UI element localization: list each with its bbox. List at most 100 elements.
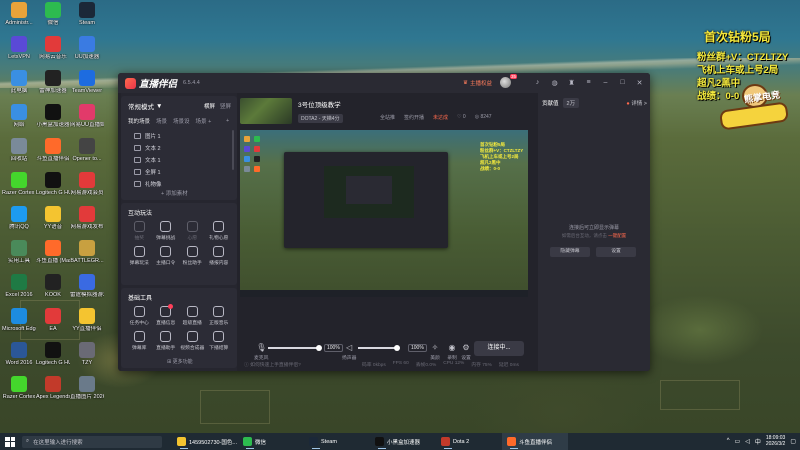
source-item[interactable]: 全屏 1 [128, 166, 232, 178]
more-features-button[interactable]: ⊞ 更多功能 [167, 358, 193, 365]
chevron-up-icon[interactable]: ^ [727, 438, 730, 444]
desktop-icon[interactable]: 网易UU直播姬 [70, 104, 104, 129]
tool-button[interactable]: 主播口令 [153, 246, 180, 266]
minimize-icon[interactable]: – [601, 78, 610, 87]
tab-count[interactable]: 2万 [562, 98, 580, 108]
tool-button[interactable]: 超级直播 [179, 306, 206, 326]
tool-button[interactable]: 视频合成器 [179, 331, 206, 351]
tool-button[interactable]: 下播结算 [206, 331, 233, 351]
desktop-icon[interactable]: Microsoft Edge [2, 308, 36, 333]
desktop-icon[interactable]: YY语音 [36, 206, 70, 231]
taskbar-search[interactable]: ⌕ 在这里输入进行搜索 [22, 435, 162, 448]
tool-button[interactable]: 心愿 [179, 221, 206, 241]
tool-button[interactable]: 任务中心 [126, 306, 153, 326]
speaker-percent[interactable]: 100% [408, 344, 427, 352]
source-item[interactable]: 文本 1 [128, 154, 232, 166]
microphone-slider[interactable] [268, 345, 322, 351]
taskbar-app[interactable]: 斗鱼直播伴侣 [502, 433, 568, 450]
bell-icon[interactable]: ♪ [533, 78, 542, 87]
desktop-icon[interactable]: 雷神加速器 [36, 70, 70, 95]
desktop-icon[interactable]: 腾讯QQ [2, 206, 36, 231]
desktop-icon[interactable]: Excel 2016 [2, 274, 36, 299]
desktop-icon[interactable]: LetsVPN [2, 36, 36, 61]
notification-icon[interactable]: ▢ [790, 438, 796, 445]
live-title[interactable]: 3号位顶级教学 [298, 99, 341, 109]
desktop-icon[interactable]: Razer Cortex [2, 376, 36, 401]
desktop-icon[interactable]: 雷霆模拟器游戏 [70, 274, 104, 299]
desktop-icon[interactable]: 微信 [36, 2, 70, 27]
microphone-percent[interactable]: 100% [324, 344, 343, 352]
hide-danmaku-button[interactable]: 隐藏弹幕 [550, 247, 590, 257]
taskbar-app[interactable]: 小黑盒加速器 [370, 433, 436, 450]
desktop-icon[interactable]: YY直播伴侣 [70, 308, 104, 333]
source-item[interactable]: 文本 2 [128, 142, 232, 154]
scene-tab[interactable]: 场景 + [196, 117, 212, 125]
add-scene-icon[interactable]: + [226, 118, 229, 124]
desktop-icon[interactable]: 直播图片 20260131... [70, 376, 104, 401]
tool-button[interactable]: 正版音乐 [206, 306, 233, 326]
desktop-icon[interactable]: Word 2016 [2, 342, 36, 367]
scene-tab[interactable]: 场景 [156, 117, 167, 125]
network-icon[interactable]: ▭ [735, 438, 741, 445]
desktop-icon[interactable]: UU加速器 [70, 36, 104, 61]
desktop-icon[interactable]: TeamViewer [70, 70, 104, 95]
portrait-option[interactable]: 竖屏 [220, 102, 231, 110]
ime-icon[interactable]: 中 [755, 437, 761, 446]
tool-button[interactable]: 粉丝助手 [179, 246, 206, 266]
desktop-icon[interactable]: 网络 [2, 104, 36, 129]
close-icon[interactable]: ✕ [635, 78, 644, 87]
volume-icon[interactable]: ◁ [745, 438, 750, 445]
contract-button[interactable]: 签约开播 [404, 114, 424, 121]
desktop-icon[interactable]: 网易云音乐 [36, 36, 70, 61]
desktop-icon[interactable]: 回收站 [2, 138, 36, 163]
desktop-icon[interactable]: 网易游戏发布 [70, 206, 104, 231]
desktop-icon[interactable]: Logitech G HUB [36, 342, 70, 367]
source-list-scrollbar[interactable] [232, 130, 234, 170]
desktop-icon[interactable]: KOOK [36, 274, 70, 299]
add-source-button[interactable]: + 添加素材 [161, 189, 188, 197]
desktop-icon[interactable]: Logitech G HUB [36, 172, 70, 197]
microphone-slider-knob[interactable] [316, 345, 322, 351]
menu-icon[interactable]: ≡ [584, 78, 593, 87]
clock[interactable]: 18:09:03 2026/3/2 [766, 435, 785, 447]
tool-button[interactable]: 弹幕库 [126, 331, 153, 351]
desktop-icon[interactable]: 斗鱼直播 (Maspcm) [36, 240, 70, 265]
tool-button[interactable]: 播报内容 [206, 246, 233, 266]
desktop-icon[interactable]: BATTLEGR... [70, 240, 104, 265]
desktop-icon[interactable]: 实用工具 [2, 240, 36, 265]
landscape-option[interactable]: 横屏 [204, 102, 215, 110]
tool-button[interactable]: 弹幕玩法 [126, 246, 153, 266]
tool-button[interactable]: 直播助手 [153, 331, 180, 351]
desktop-icon[interactable]: Steam [70, 2, 104, 27]
detail-link[interactable]: ● 详情 > [626, 99, 647, 107]
maximize-icon[interactable]: □ [618, 78, 627, 87]
taskbar-app[interactable]: 1459502730-国色... [172, 433, 238, 450]
stream-preview[interactable]: 首次钻粉5局 粉丝群+V：CTZLTZY 飞机上车或上号2局 超凡2黑中 战绩：… [240, 130, 528, 297]
desktop-icon[interactable]: Razer Cortex Launch... [2, 172, 36, 197]
desktop-icon[interactable]: 此电脑 [2, 70, 36, 95]
shirt-icon[interactable]: ♜ [567, 78, 576, 87]
tool-button[interactable]: 直播信息 [153, 304, 180, 326]
promote-button[interactable]: 全站推 [380, 114, 395, 121]
scene-tab[interactable]: 我的场景 [128, 117, 150, 125]
mode-selector[interactable]: 常规模式 ▼ [128, 101, 162, 112]
one-click-config-link[interactable]: 一键配置 [608, 233, 626, 238]
desktop-icon[interactable]: 网易游戏会员 [70, 172, 104, 197]
source-item[interactable]: 图片 1 [128, 130, 232, 142]
desktop-icon[interactable]: EA [36, 308, 70, 333]
windows-start-button[interactable] [5, 436, 15, 447]
desktop-icon[interactable]: 斗鱼直播伴侣 [36, 138, 70, 163]
speaker-slider[interactable] [358, 345, 400, 351]
start-live-button[interactable]: 连接中... [474, 341, 524, 356]
category-tag[interactable]: DOTA2 - 天梯4分 [298, 114, 343, 123]
tool-button[interactable]: 弹幕挑战 [153, 221, 180, 241]
speaker-slider-knob[interactable] [394, 345, 400, 351]
help-link[interactable]: ⓘ 如何快速上手直播伴侣? [244, 361, 301, 368]
taskbar-app[interactable]: Dota 2 [436, 433, 502, 450]
broadcast-rights-button[interactable]: ♛ 主播权益 [463, 79, 492, 87]
desktop-icon[interactable]: TZY [70, 342, 104, 367]
tool-button[interactable]: 礼物心愿 [206, 221, 233, 241]
desktop-icon[interactable]: Opener to... [70, 138, 104, 163]
title-bar[interactable]: 直播伴侣 6.5.4.4 ♛ 主播权益 35 ♪ ◍ ♜ ≡ – □ ✕ [118, 73, 650, 93]
scene-tab[interactable]: 场景设 [173, 117, 190, 125]
